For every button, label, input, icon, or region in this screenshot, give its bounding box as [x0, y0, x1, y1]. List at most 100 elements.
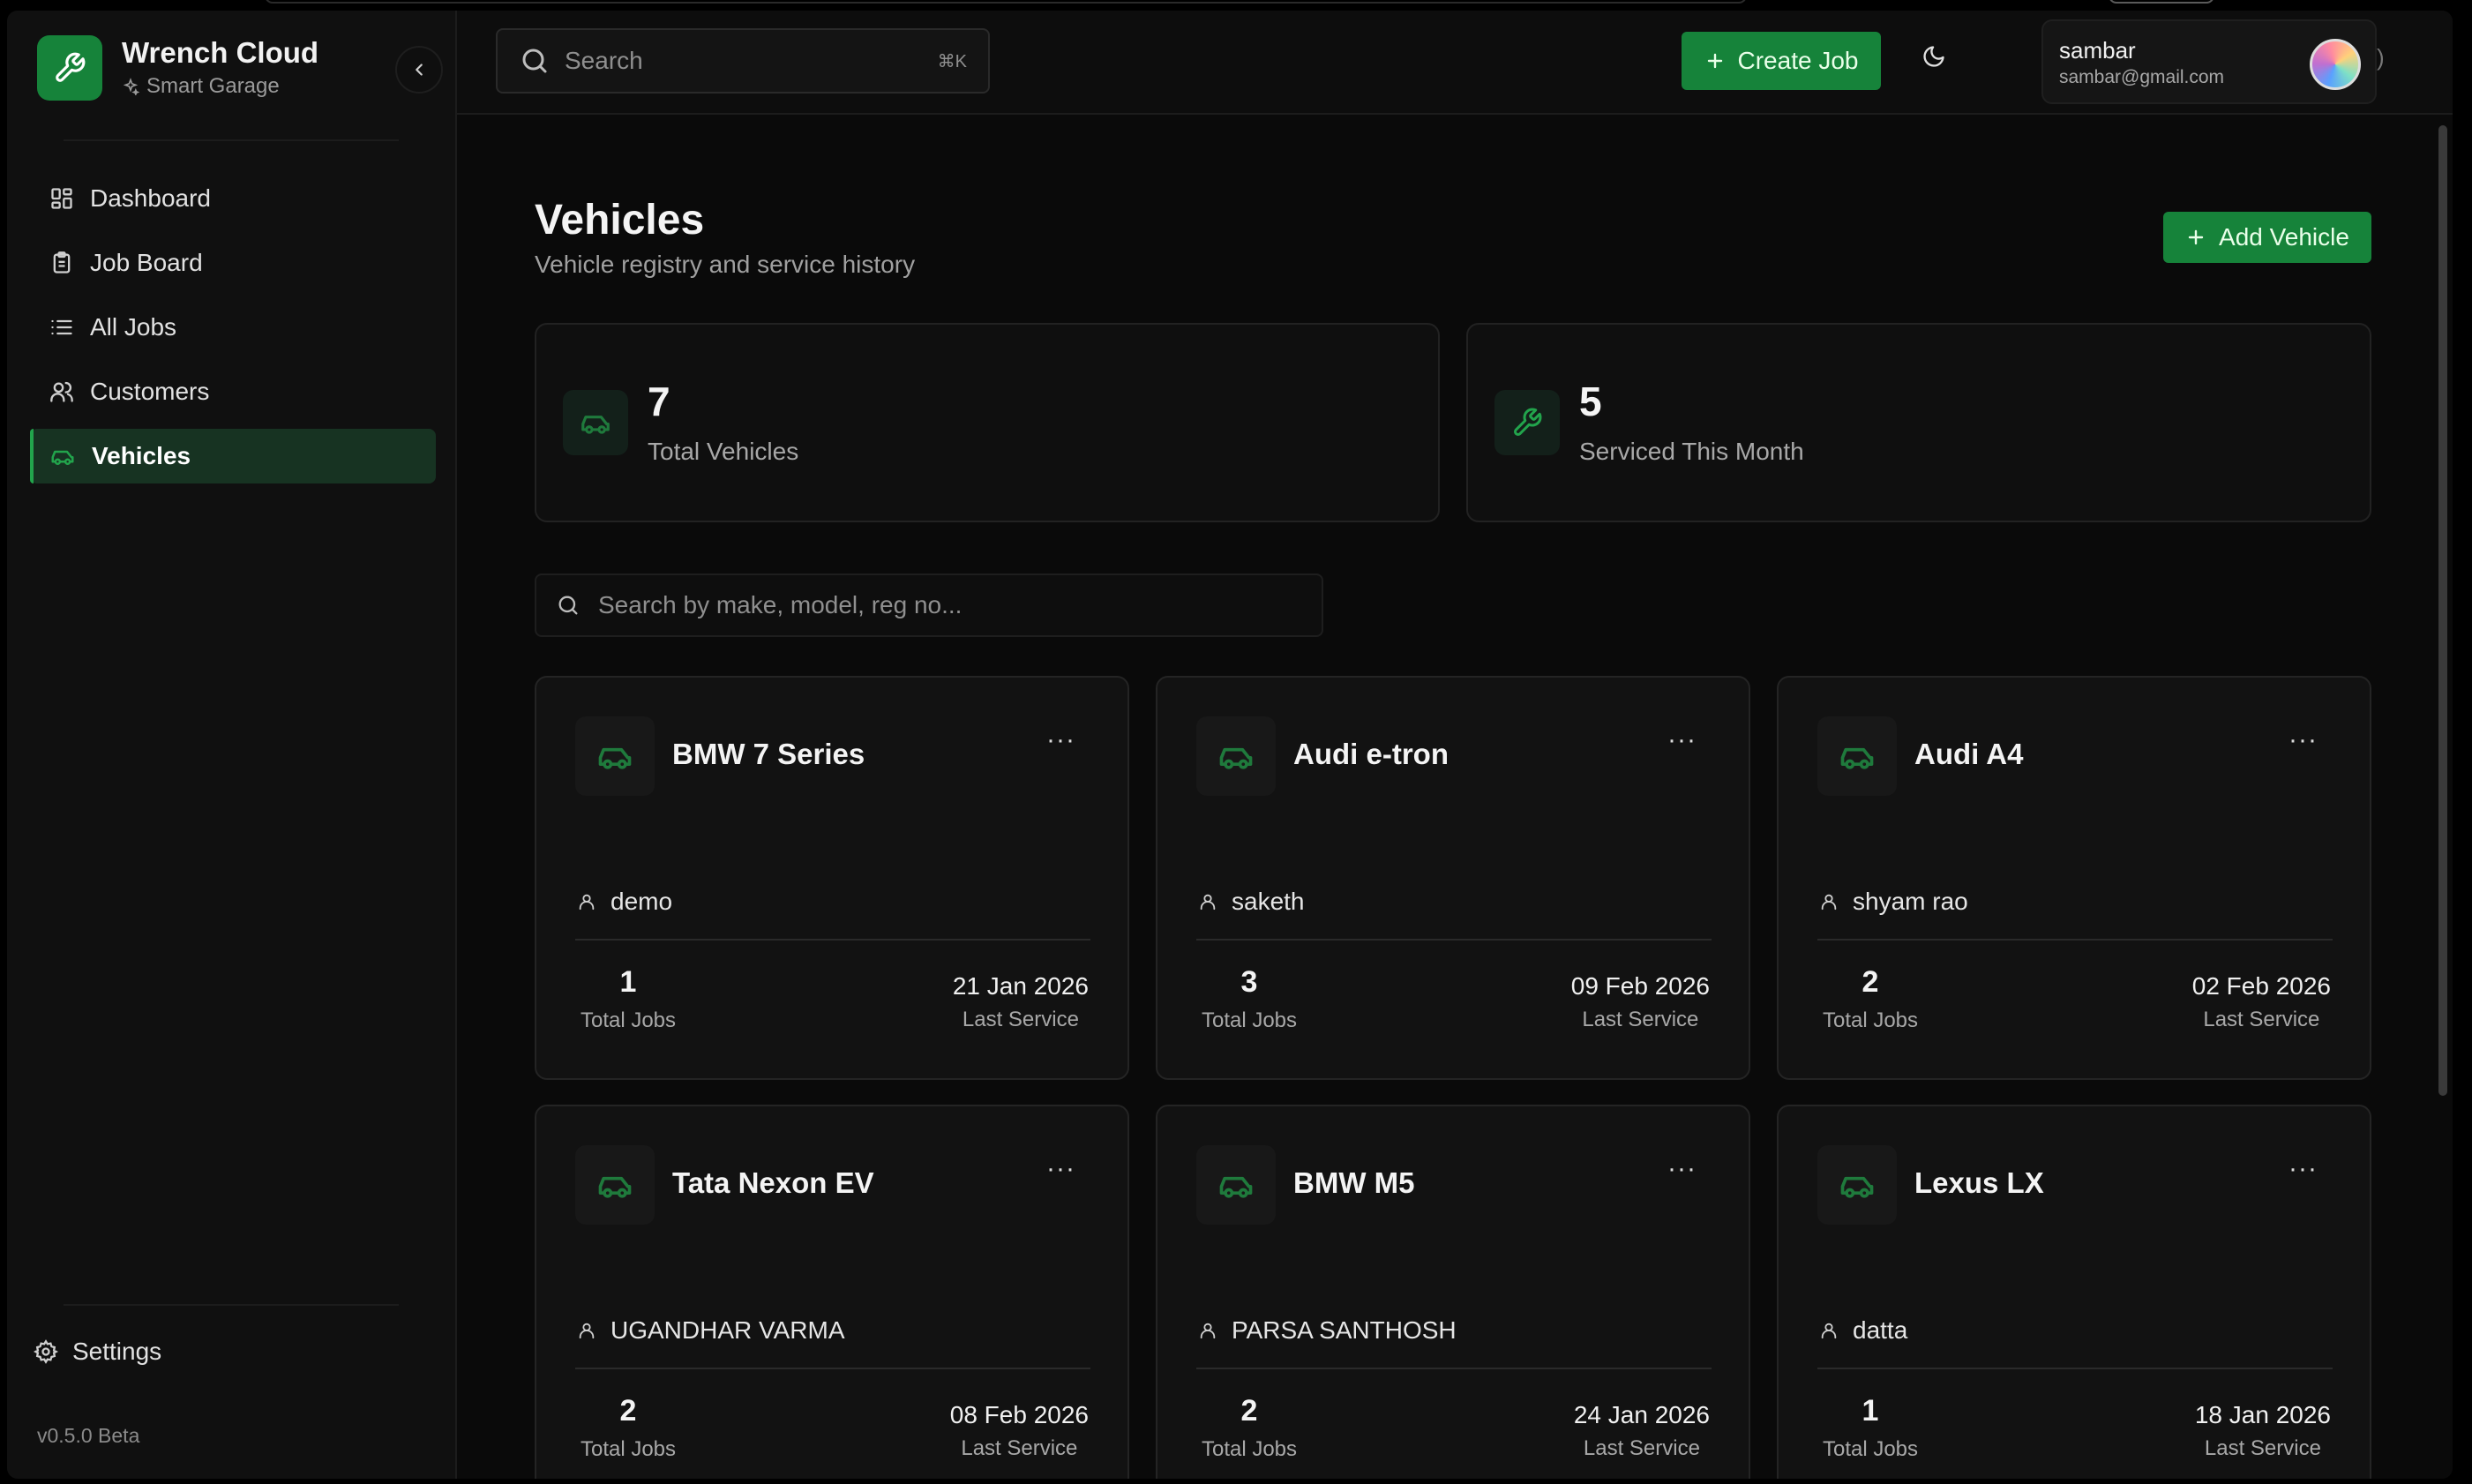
last-service-date: 09 Feb 2026	[1570, 972, 1710, 1000]
vehicle-card[interactable]: Audi e-tron ··· saketh 3 Total Jobs 09 F…	[1156, 676, 1750, 1080]
vehicle-search-input[interactable]: Search by make, model, reg no...	[535, 573, 1323, 637]
brand[interactable]: Wrench Cloud Smart Garage	[37, 35, 318, 101]
wrench-icon	[1494, 390, 1560, 455]
last-service-label: Last Service	[1582, 1008, 1699, 1031]
user-name: sambar	[2059, 37, 2136, 64]
vehicle-card[interactable]: Audi A4 ··· shyam rao 2 Total Jobs 02 Fe…	[1777, 676, 2371, 1080]
theme-toggle-button[interactable]	[1921, 44, 1946, 73]
total-jobs: 2 Total Jobs	[1196, 1394, 1302, 1462]
more-options-button[interactable]: ···	[1046, 1154, 1075, 1184]
topbar: Search ⌘K Create Job sambar sambar@gmail…	[457, 11, 2453, 115]
version-label: v0.5.0 Beta	[37, 1424, 140, 1447]
sidebar-item-label: Vehicles	[92, 442, 191, 469]
car-icon	[1196, 1145, 1276, 1225]
last-service-date: 21 Jan 2026	[952, 972, 1089, 1000]
vehicle-name: BMW 7 Series	[672, 738, 865, 770]
last-service-label: Last Service	[2204, 1436, 2321, 1460]
plus-icon	[2188, 229, 2204, 245]
last-service-label: Last Service	[961, 1436, 1078, 1460]
total-jobs: 2 Total Jobs	[1817, 965, 1923, 1033]
brand-subtitle-text: Smart Garage	[146, 74, 280, 99]
sidebar-item-label: Job Board	[90, 249, 203, 276]
total-jobs-value: 3	[1240, 965, 1258, 999]
owner-name: PARSA SANTHOSH	[1232, 1316, 1457, 1344]
chevron-left-icon	[416, 64, 423, 76]
user-icon	[579, 894, 595, 911]
card-divider	[1196, 1368, 1712, 1369]
scrollbar[interactable]	[2438, 125, 2447, 1096]
total-jobs: 1 Total Jobs	[575, 965, 681, 1033]
sparkle-icon	[123, 78, 139, 96]
stat-value: 5	[1579, 378, 1602, 424]
car-icon	[1817, 716, 1897, 796]
vehicle-search-placeholder: Search by make, model, reg no...	[598, 591, 963, 618]
add-vehicle-button[interactable]: Add Vehicle	[2163, 212, 2371, 263]
car-icon	[575, 716, 655, 796]
user-icon	[1200, 1323, 1216, 1339]
create-job-button[interactable]: Create Job	[1682, 32, 1881, 90]
search-shortcut: ⌘K	[937, 51, 967, 71]
owner-name: demo	[611, 888, 673, 915]
last-service: 24 Jan 2026 Last Service	[1574, 1401, 1710, 1461]
card-divider	[1817, 939, 2333, 941]
owner-name: shyam rao	[1853, 888, 1968, 915]
vehicle-name: Tata Nexon EV	[672, 1166, 874, 1199]
collapse-sidebar-button[interactable]	[395, 46, 443, 94]
total-jobs-value: 1	[1861, 1394, 1879, 1428]
more-options-button[interactable]: ···	[1046, 725, 1075, 755]
vehicle-card[interactable]: Tata Nexon EV ··· UGANDHAR VARMA 2 Total…	[535, 1105, 1129, 1479]
sidebar-divider	[64, 139, 399, 141]
sidebar-divider	[64, 1304, 399, 1306]
owner-name: saketh	[1232, 888, 1305, 915]
stat-card-serviced-month: 5 Serviced This Month	[1466, 323, 2371, 522]
user-menu-edge: )	[2377, 44, 2385, 71]
sidebar-item-customers[interactable]: Customers	[30, 364, 436, 419]
user-menu[interactable]: sambar sambar@gmail.com	[2041, 19, 2377, 104]
last-service: 08 Feb 2026 Last Service	[950, 1401, 1089, 1461]
car-icon	[1196, 716, 1276, 796]
total-jobs-value: 1	[619, 965, 637, 999]
car-icon	[51, 450, 74, 465]
sidebar-item-all-jobs[interactable]: All Jobs	[30, 300, 436, 355]
last-service-date: 02 Feb 2026	[2191, 972, 2331, 1000]
total-jobs-label: Total Jobs	[1822, 1437, 1919, 1461]
sidebar-item-vehicles[interactable]: Vehicles	[30, 429, 436, 483]
user-icon	[579, 1323, 595, 1339]
owner-name: UGANDHAR VARMA	[611, 1316, 845, 1344]
more-options-button[interactable]: ···	[2288, 725, 2318, 755]
vehicle-owner: saketh	[1198, 888, 1305, 916]
more-options-button[interactable]: ···	[1667, 1154, 1697, 1184]
vehicle-card[interactable]: BMW M5 ··· PARSA SANTHOSH 2 Total Jobs 2…	[1156, 1105, 1750, 1479]
stat-label: Serviced This Month	[1579, 438, 1804, 465]
search-icon	[558, 596, 578, 615]
last-service-date: 24 Jan 2026	[1573, 1401, 1710, 1428]
add-vehicle-label: Add Vehicle	[2219, 223, 2349, 251]
last-service: 21 Jan 2026 Last Service	[953, 972, 1089, 1032]
vehicle-name: Lexus LX	[1914, 1166, 2044, 1199]
search-icon	[522, 49, 547, 73]
last-service: 09 Feb 2026 Last Service	[1571, 972, 1710, 1032]
total-jobs-value: 2	[619, 1394, 637, 1428]
more-options-button[interactable]: ···	[2288, 1154, 2318, 1184]
last-service-label: Last Service	[1583, 1436, 1700, 1460]
users-icon	[50, 381, 73, 402]
sidebar-item-label: Dashboard	[90, 184, 211, 212]
vehicle-name: Audi A4	[1914, 738, 2024, 770]
car-icon	[563, 390, 628, 455]
total-jobs: 3 Total Jobs	[1196, 965, 1302, 1033]
total-jobs-label: Total Jobs	[1201, 1008, 1298, 1032]
stat-card-total-vehicles: 7 Total Vehicles	[535, 323, 1440, 522]
vehicle-card[interactable]: BMW 7 Series ··· demo 1 Total Jobs 21 Ja…	[535, 676, 1129, 1080]
vehicle-card[interactable]: Lexus LX ··· datta 1 Total Jobs 18 Jan 2…	[1777, 1105, 2371, 1479]
global-search-input[interactable]: Search ⌘K	[496, 28, 990, 94]
more-options-button[interactable]: ···	[1667, 725, 1697, 755]
user-icon	[1200, 894, 1216, 911]
sidebar-item-settings[interactable]: Settings	[34, 1338, 161, 1366]
sidebar-item-job-board[interactable]: Job Board	[30, 236, 436, 290]
vehicle-owner: datta	[1819, 1316, 1907, 1345]
page-title: Vehicles	[535, 197, 705, 244]
card-divider	[575, 939, 1090, 941]
vehicle-name: Audi e-tron	[1293, 738, 1449, 770]
moon-icon	[1923, 46, 1944, 67]
sidebar-item-dashboard[interactable]: Dashboard	[30, 171, 436, 226]
